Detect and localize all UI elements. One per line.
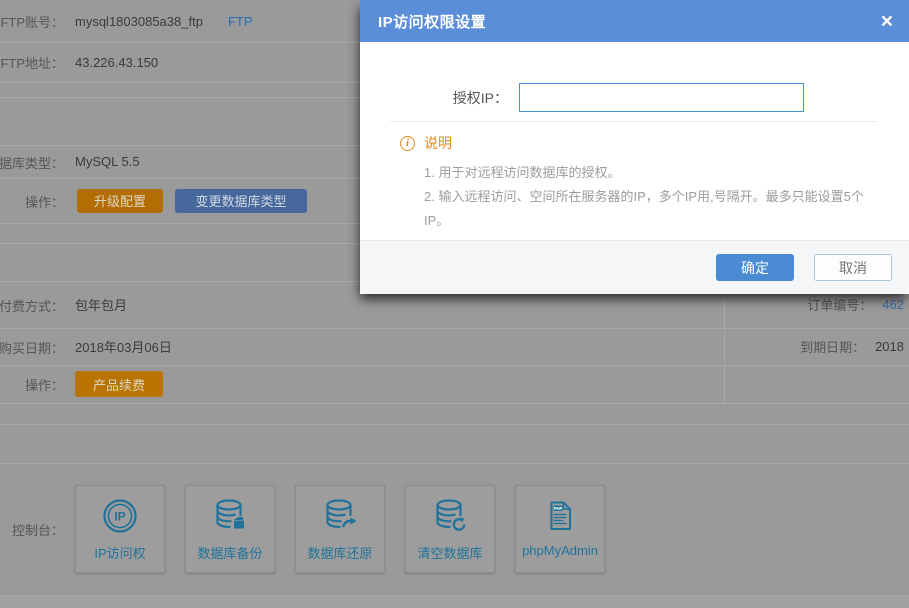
ftp-account-label: 库FTP账号：	[0, 12, 64, 30]
authorized-ip-input[interactable]	[519, 83, 804, 112]
order-number-label: 订单编号：	[807, 295, 872, 314]
note-item: 1. 用于对远程访问数据库的授权。	[424, 161, 889, 185]
cancel-button[interactable]: 取消	[814, 254, 892, 281]
dialog-header: IP访问权限设置 ×	[360, 0, 909, 42]
card-phpmyadmin[interactable]: PHP phpMyAdmin	[515, 485, 605, 573]
ftp-link[interactable]: FTP	[228, 14, 253, 29]
card-ip-access[interactable]: IP IP访问权	[75, 485, 165, 573]
notes-list: 1. 用于对远程访问数据库的授权。 2. 输入远程访问、空间所在服务器的IP，多…	[424, 161, 889, 233]
authorized-ip-form-row: 授权IP：	[360, 83, 909, 112]
notes-section: i 说明 1. 用于对远程访问数据库的授权。 2. 输入远程访问、空间所在服务器…	[400, 133, 889, 233]
note-item: 2. 输入远程访问、空间所在服务器的IP，多个IP用,号隔开。最多只能设置5个I…	[424, 185, 889, 233]
row-renew-operations: 操作： 产品续费	[0, 365, 724, 403]
card-label: 数据库还原	[307, 543, 372, 562]
change-db-type-button[interactable]: 变更数据库类型	[175, 189, 307, 213]
expire-date-value: 2018	[875, 339, 904, 354]
buy-date-value: 2018年03月06日	[75, 337, 172, 356]
console-cards: IP IP访问权	[75, 485, 605, 573]
upgrade-config-button[interactable]: 升级配置	[77, 189, 163, 213]
confirm-button[interactable]: 确定	[716, 254, 794, 281]
svg-text:PHP: PHP	[554, 506, 563, 511]
ip-access-settings-dialog: IP访问权限设置 × 授权IP： i 说明 1. 用于对远程访问数据库的授权。 …	[360, 0, 909, 294]
ip-access-icon: IP	[99, 486, 141, 540]
order-number-link[interactable]: 462	[882, 297, 904, 312]
ftp-address-value: 43.226.43.150	[75, 55, 158, 70]
product-renew-button[interactable]: 产品续费	[75, 371, 163, 397]
card-label: phpMyAdmin	[522, 543, 598, 558]
buy-date-label: 购买日期：	[0, 338, 64, 356]
console-label: 控制台：	[0, 520, 64, 538]
card-label: IP访问权	[94, 543, 145, 562]
divider	[0, 403, 909, 404]
db-ops-label: 操作：	[0, 192, 64, 210]
ftp-address-label: 库FTP地址：	[0, 53, 64, 71]
card-db-restore[interactable]: 数据库还原	[295, 485, 385, 573]
notes-title: 说明	[424, 133, 452, 153]
notes-header: i 说明	[400, 133, 889, 153]
close-icon[interactable]: ×	[879, 11, 895, 32]
db-type-label: 据库类型：	[0, 153, 64, 171]
ftp-account-value: mysql1803085a38_ftp	[75, 14, 203, 29]
db-backup-icon	[209, 486, 251, 540]
svg-text:IP: IP	[114, 510, 125, 524]
row-expire-date: 到期日期： 2018	[724, 328, 909, 365]
pay-method-label: 付费方式：	[0, 296, 64, 314]
card-db-backup[interactable]: 数据库备份	[185, 485, 275, 573]
divider	[0, 424, 909, 425]
card-label: 清空数据库	[417, 543, 482, 562]
screen: 库FTP账号： mysql1803085a38_ftp FTP 库FTP地址： …	[0, 0, 909, 608]
db-restore-icon	[319, 486, 361, 540]
info-icon: i	[400, 136, 415, 151]
card-db-clear[interactable]: 清空数据库	[405, 485, 495, 573]
authorized-ip-label: 授权IP：	[360, 88, 508, 108]
db-type-value: MySQL 5.5	[75, 154, 140, 169]
phpmyadmin-icon: PHP	[539, 486, 581, 540]
form-divider	[390, 121, 877, 122]
db-clear-icon	[429, 486, 471, 540]
renew-ops-label: 操作：	[0, 375, 64, 393]
dialog-title: IP访问权限设置	[378, 11, 486, 32]
card-label: 数据库备份	[197, 543, 262, 562]
pay-method-value: 包年包月	[75, 295, 127, 314]
row-console: 控制台： IP IP访问权	[0, 463, 724, 595]
row-buy-date: 购买日期： 2018年03月06日	[0, 328, 724, 365]
expire-date-label: 到期日期：	[800, 337, 865, 356]
page-footer-strip	[0, 596, 909, 608]
dialog-footer: 确定 取消	[360, 240, 909, 294]
